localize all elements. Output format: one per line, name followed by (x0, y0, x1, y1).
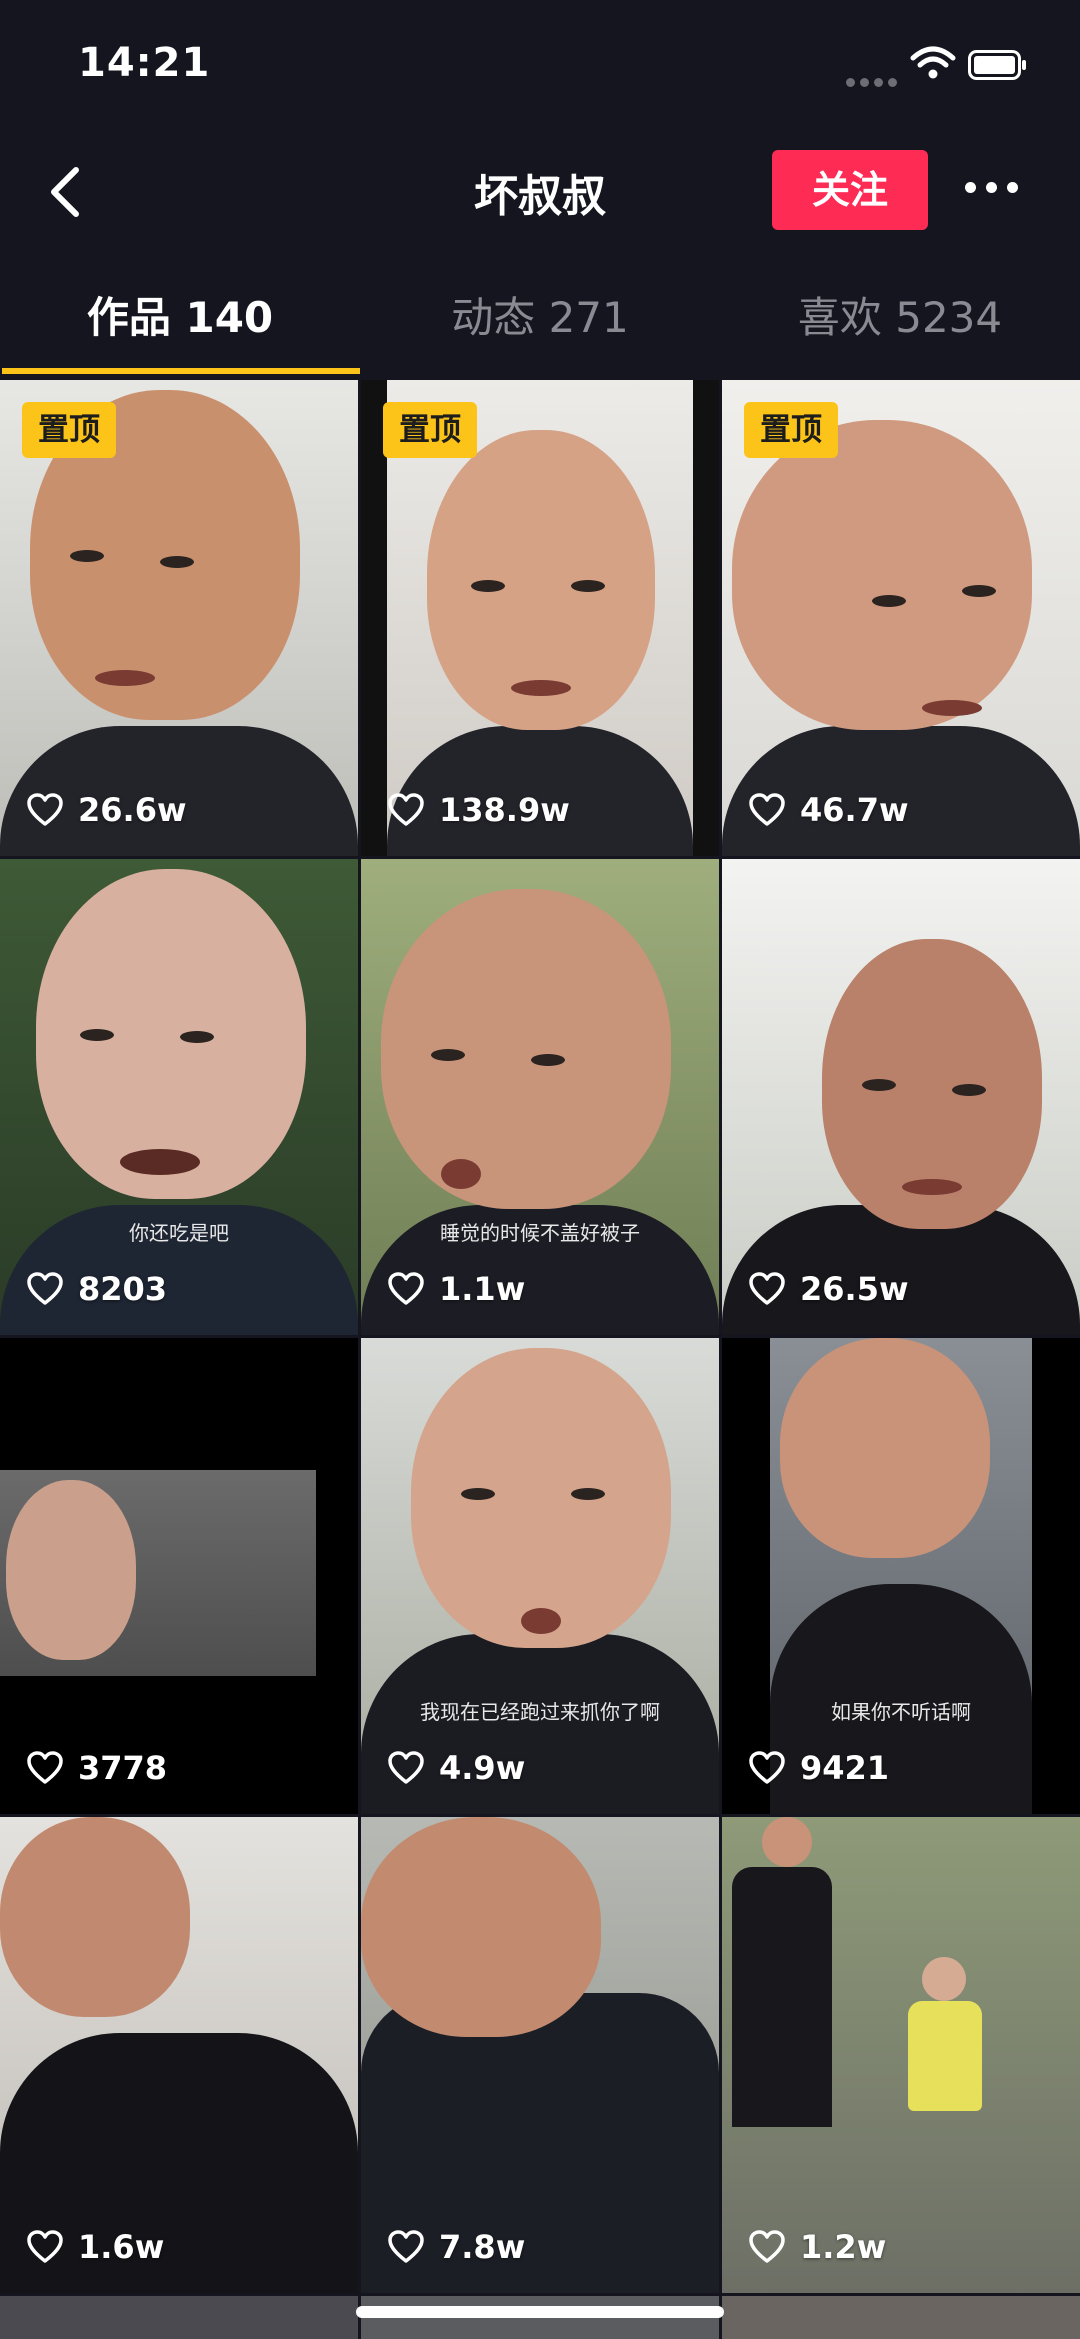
heart-outline-icon (388, 1272, 424, 1305)
heart-outline-icon (749, 1272, 785, 1305)
like-count: 1.1w (387, 1267, 525, 1311)
tab-works[interactable]: 作品 140 (0, 270, 360, 370)
thumbnail-image (762, 1817, 812, 1867)
home-indicator[interactable] (356, 2306, 724, 2318)
video-thumbnail[interactable]: 1.2w (722, 1817, 1080, 2293)
heart-outline-icon (27, 793, 63, 826)
like-count-value: 3778 (78, 1749, 168, 1787)
tab-moments[interactable]: 动态 271 (360, 270, 720, 370)
like-count-value: 26.5w (800, 1270, 909, 1308)
heart-outline-icon (27, 2230, 63, 2263)
heart-outline-icon (388, 793, 424, 826)
heart-outline-icon (27, 1751, 63, 1784)
video-thumbnail[interactable]: 如果你不听话啊 9421 (722, 1338, 1080, 1814)
like-count: 4.9w (387, 1746, 525, 1790)
pinned-badge: 置顶 (744, 402, 838, 458)
thumbnail-image (381, 889, 671, 1209)
more-options-button[interactable] (960, 168, 1028, 208)
like-count-value: 8203 (78, 1270, 168, 1308)
heart-outline-icon (749, 1751, 785, 1784)
profile-page: 14:21 坏叔叔 关注 作品 140 动态 271 喜欢 5234 置顶 26… (0, 0, 1080, 2339)
heart-outline-icon (27, 1272, 63, 1305)
like-count: 9421 (748, 1746, 889, 1790)
wifi-icon (910, 46, 956, 79)
like-count: 26.6w (26, 788, 187, 832)
video-thumbnail[interactable]: 我现在已经跑过来抓你了啊 4.9w (361, 1338, 719, 1814)
video-caption: 如果你不听话啊 (831, 1700, 971, 1724)
like-count: 8203 (26, 1267, 167, 1311)
tab-likes[interactable]: 喜欢 5234 (720, 270, 1080, 370)
status-bar: 14:21 (0, 0, 1080, 130)
video-thumbnail[interactable]: 睡觉的时候不盖好被子 1.1w (361, 859, 719, 1335)
profile-tabs: 作品 140 动态 271 喜欢 5234 (0, 270, 1080, 380)
status-time: 14:21 (78, 40, 211, 86)
thumbnail-image (361, 1817, 601, 2037)
back-button[interactable] (44, 162, 88, 222)
like-count: 46.7w (748, 788, 909, 832)
heart-outline-icon (388, 2230, 424, 2263)
like-count-value: 46.7w (800, 791, 909, 829)
video-thumbnail[interactable]: 你还吃是吧 8203 (0, 859, 358, 1335)
thumbnail-image (0, 1817, 190, 2017)
pinned-badge: 置顶 (22, 402, 116, 458)
video-thumbnail[interactable]: 1.6w (0, 1817, 358, 2293)
like-count-value: 1.6w (78, 2228, 165, 2266)
like-count-value: 1.1w (439, 1270, 526, 1308)
battery-icon (968, 50, 1026, 80)
like-count: 7.8w (387, 2225, 525, 2269)
video-thumbnail[interactable]: 26.5w (722, 859, 1080, 1335)
video-thumbnail[interactable]: 7.8w (361, 1817, 719, 2293)
video-caption: 睡觉的时候不盖好被子 (440, 1221, 640, 1245)
like-count: 26.5w (748, 1267, 909, 1311)
thumbnail-image (770, 1338, 1032, 1814)
video-thumbnail[interactable]: 置顶 46.7w (722, 380, 1080, 856)
like-count-value: 4.9w (439, 1749, 526, 1787)
active-tab-indicator (2, 368, 360, 374)
video-thumbnail[interactable]: 置顶 138.9w (361, 380, 719, 856)
video-caption: 我现在已经跑过来抓你了啊 (420, 1700, 660, 1724)
heart-outline-icon (749, 2230, 785, 2263)
like-count: 1.6w (26, 2225, 164, 2269)
heart-outline-icon (749, 793, 785, 826)
thumbnail-image (0, 1470, 316, 1676)
like-count-value: 138.9w (439, 791, 570, 829)
profile-header: 坏叔叔 关注 (0, 130, 1080, 250)
thumbnail-image (732, 420, 1032, 730)
like-count: 138.9w (387, 788, 570, 832)
thumbnail-image (411, 1348, 671, 1648)
video-thumbnail[interactable] (0, 2296, 358, 2339)
like-count-value: 7.8w (439, 2228, 526, 2266)
video-thumbnail[interactable] (722, 2296, 1080, 2339)
video-thumbnail[interactable]: 置顶 26.6w (0, 380, 358, 856)
like-count-value: 1.2w (800, 2228, 887, 2266)
pinned-badge: 置顶 (383, 402, 477, 458)
video-thumbnail[interactable]: 3778 (0, 1338, 358, 1814)
like-count: 1.2w (748, 2225, 886, 2269)
video-caption: 你还吃是吧 (129, 1221, 229, 1245)
like-count: 3778 (26, 1746, 167, 1790)
signal-icon (846, 72, 902, 91)
like-count-value: 9421 (800, 1749, 890, 1787)
like-count-value: 26.6w (78, 791, 187, 829)
follow-button[interactable]: 关注 (772, 150, 928, 230)
heart-outline-icon (388, 1751, 424, 1784)
